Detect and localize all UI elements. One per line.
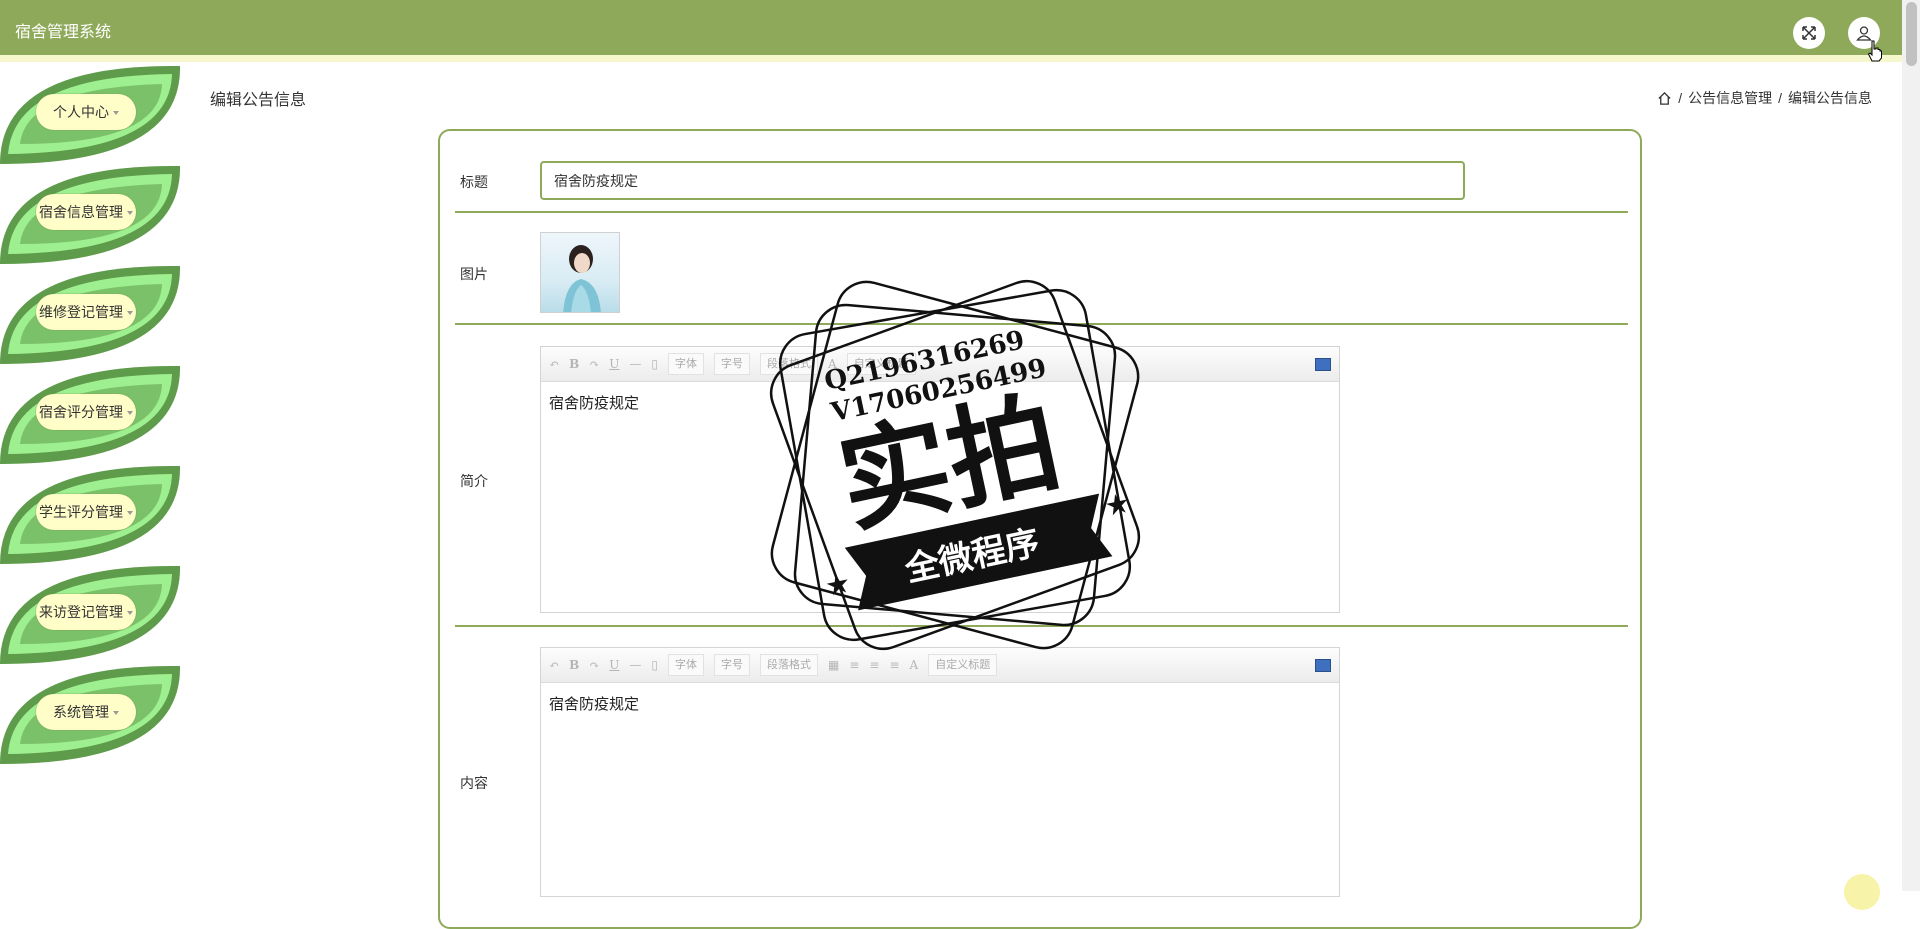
content-label: 内容 — [460, 775, 488, 791]
breadcrumb-item-notice-manage[interactable]: 公告信息管理 — [1688, 88, 1772, 108]
uploaded-image-thumbnail[interactable] — [540, 232, 620, 313]
underline-icon[interactable]: U — [609, 658, 619, 672]
vertical-scrollbar[interactable] — [1902, 0, 1920, 891]
breadcrumb-separator: / — [1778, 90, 1782, 106]
fullscreen-button[interactable] — [1793, 17, 1825, 49]
paste-icon[interactable]: ▯ — [651, 357, 658, 371]
home-icon[interactable] — [1657, 91, 1672, 106]
app-title: 宿舍管理系统 — [15, 24, 112, 41]
sidebar-label: 个人中心 — [36, 94, 136, 130]
sidebar-item-dorm-info[interactable]: 宿舍信息管理 — [0, 164, 182, 264]
caret-down-icon — [113, 110, 119, 115]
horizontal-rule-icon[interactable]: — — [629, 357, 641, 371]
expand-arrows-icon — [1802, 26, 1816, 40]
sidebar-label: 来访登记管理 — [36, 594, 136, 630]
scrollbar-thumb[interactable] — [1906, 2, 1917, 66]
breadcrumb-item-edit-notice: 编辑公告信息 — [1788, 90, 1872, 106]
sidebar-item-repair[interactable]: 维修登记管理 — [0, 264, 182, 364]
sidebar-item-system[interactable]: 系统管理 — [0, 664, 182, 764]
portrait-image — [563, 245, 601, 312]
row-divider — [455, 211, 1628, 213]
font-family-select[interactable]: 字体 — [668, 654, 705, 676]
bold-icon[interactable]: B — [569, 357, 579, 371]
caret-down-icon — [127, 410, 133, 415]
caret-down-icon — [113, 710, 119, 715]
user-icon — [1856, 26, 1872, 41]
breadcrumb-separator: / — [1678, 90, 1683, 106]
sidebar-label: 维修登记管理 — [36, 294, 136, 330]
source-mode-icon[interactable] — [1315, 658, 1331, 672]
sidebar-item-dorm-score[interactable]: 宿舍评分管理 — [0, 364, 182, 464]
star-icon: ★ — [822, 567, 853, 603]
summary-label: 简介 — [460, 473, 488, 489]
caret-down-icon — [127, 210, 133, 215]
bold-icon[interactable]: B — [569, 658, 579, 672]
undo-icon[interactable]: ↶ — [549, 357, 559, 371]
underline-icon[interactable]: U — [609, 357, 619, 371]
sidebar-label: 学生评分管理 — [36, 494, 136, 530]
breadcrumb: / 公告信息管理 / 编辑公告信息 — [1657, 88, 1872, 108]
content-editor-body[interactable]: 宿舍防疫规定 — [541, 683, 1339, 724]
sidebar-item-student-score[interactable]: 学生评分管理 — [0, 464, 182, 564]
undo-icon[interactable]: ↶ — [549, 658, 559, 672]
star-icon: ★ — [1102, 487, 1133, 523]
caret-down-icon — [127, 510, 133, 515]
watermark-stamp: Q2196316269 V17060256499 实拍 全微程序 ★ ★ — [745, 255, 1165, 680]
image-label: 图片 — [460, 266, 488, 282]
page-title: 编辑公告信息 — [210, 92, 307, 109]
top-bar-strip — [0, 55, 1902, 62]
title-label: 标题 — [460, 174, 488, 190]
redo-icon[interactable]: ↷ — [589, 658, 599, 672]
top-bar — [0, 0, 1902, 55]
caret-down-icon — [127, 610, 133, 615]
title-input[interactable] — [540, 161, 1465, 200]
redo-icon[interactable]: ↷ — [589, 357, 599, 371]
sidebar-label: 系统管理 — [36, 694, 136, 730]
sidebar-item-visitor[interactable]: 来访登记管理 — [0, 564, 182, 664]
sidebar-label: 宿舍评分管理 — [36, 394, 136, 430]
paste-icon[interactable]: ▯ — [651, 658, 658, 672]
sidebar-item-personal-center[interactable]: 个人中心 — [0, 64, 182, 164]
source-mode-icon[interactable] — [1315, 357, 1331, 371]
caret-down-icon — [127, 310, 133, 315]
sidebar-label: 宿舍信息管理 — [36, 194, 136, 230]
font-family-select[interactable]: 字体 — [668, 353, 705, 375]
floating-button[interactable] — [1844, 874, 1880, 910]
horizontal-rule-icon[interactable]: — — [629, 658, 641, 672]
content-editor[interactable]: ↶ B ↷ U — ▯ 字体 字号 段落格式 ▦ ≡ ≡ ≡ A 自定义标题 宿… — [540, 647, 1340, 897]
cursor-hand-icon — [1867, 40, 1882, 62]
